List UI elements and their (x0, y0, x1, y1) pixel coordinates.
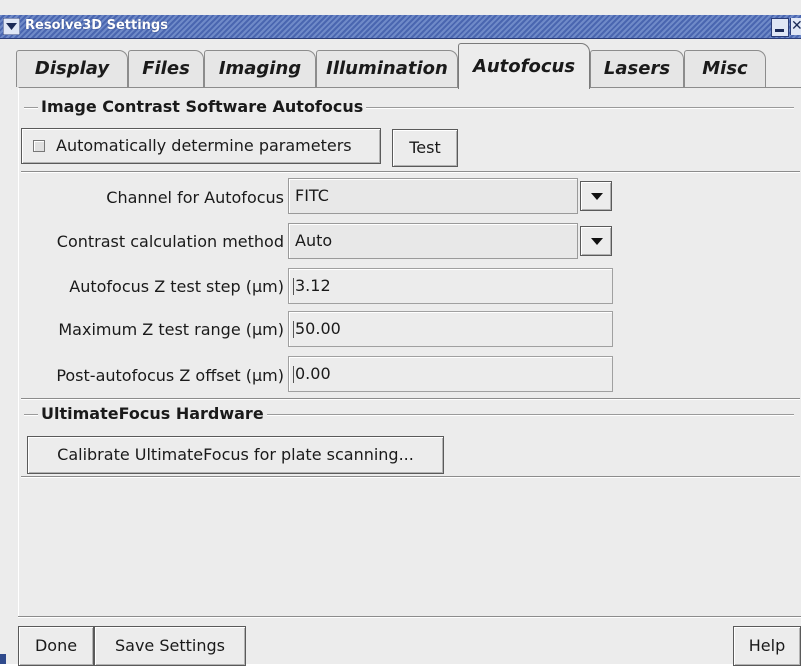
z-offset-input[interactable]: 0.00 (288, 356, 613, 392)
title-bar: Resolve3D Settings ✕ (0, 15, 801, 39)
tab-autofocus[interactable]: Autofocus (458, 43, 590, 89)
channel-select[interactable]: FITC (288, 178, 578, 214)
z-step-label: Autofocus Z test step (µm) (69, 277, 284, 296)
done-button[interactable]: Done (18, 626, 94, 666)
z-range-value: 50.00 (295, 319, 341, 338)
channel-label: Channel for Autofocus (106, 188, 284, 207)
window-menu-icon[interactable] (3, 18, 20, 35)
tab-display[interactable]: Display (16, 50, 128, 87)
auto-determine-checkbox[interactable] (33, 140, 45, 152)
section-divider (21, 476, 800, 478)
tab-illumination[interactable]: Illumination (316, 50, 458, 87)
contrast-section-title: Image Contrast Software Autofocus (38, 97, 367, 116)
z-offset-value: 0.00 (295, 364, 331, 383)
tab-imaging[interactable]: Imaging (204, 50, 316, 87)
z-step-input[interactable]: 3.12 (288, 268, 613, 304)
test-button[interactable]: Test (392, 129, 458, 167)
text-cursor (293, 321, 294, 338)
z-step-value: 3.12 (295, 276, 331, 295)
auto-determine-label: Automatically determine parameters (56, 136, 352, 155)
tab-bar: Display Files Imaging Illumination Autof… (16, 40, 786, 89)
left-edge-accent (0, 654, 6, 664)
method-label: Contrast calculation method (56, 232, 284, 251)
auto-determine-checkbox-row[interactable]: Automatically determine parameters (21, 128, 381, 164)
tab-misc[interactable]: Misc (684, 50, 766, 87)
z-offset-label: Post-autofocus Z offset (µm) (56, 366, 284, 385)
close-button[interactable]: ✕ (790, 18, 801, 35)
window-title: Resolve3D Settings (25, 18, 168, 33)
minimize-button[interactable] (771, 18, 789, 37)
footer-divider (18, 616, 801, 618)
tab-files[interactable]: Files (128, 50, 204, 87)
help-button[interactable]: Help (733, 626, 801, 666)
method-select[interactable]: Auto (288, 223, 578, 259)
section-divider (21, 398, 800, 400)
save-settings-button[interactable]: Save Settings (94, 626, 246, 666)
text-cursor (293, 278, 294, 295)
tab-lasers[interactable]: Lasers (590, 50, 684, 87)
channel-dropdown-button[interactable] (580, 181, 612, 211)
section-divider (21, 171, 800, 173)
hardware-section-title: UltimateFocus Hardware (38, 404, 267, 423)
calibrate-ultimatefocus-button[interactable]: Calibrate UltimateFocus for plate scanni… (27, 436, 444, 474)
settings-window: Resolve3D Settings ✕ Display Files Imagi… (0, 0, 801, 666)
z-range-input[interactable]: 50.00 (288, 311, 613, 347)
z-range-label: Maximum Z test range (µm) (58, 320, 284, 339)
text-cursor (293, 366, 294, 383)
method-dropdown-button[interactable] (580, 226, 612, 256)
